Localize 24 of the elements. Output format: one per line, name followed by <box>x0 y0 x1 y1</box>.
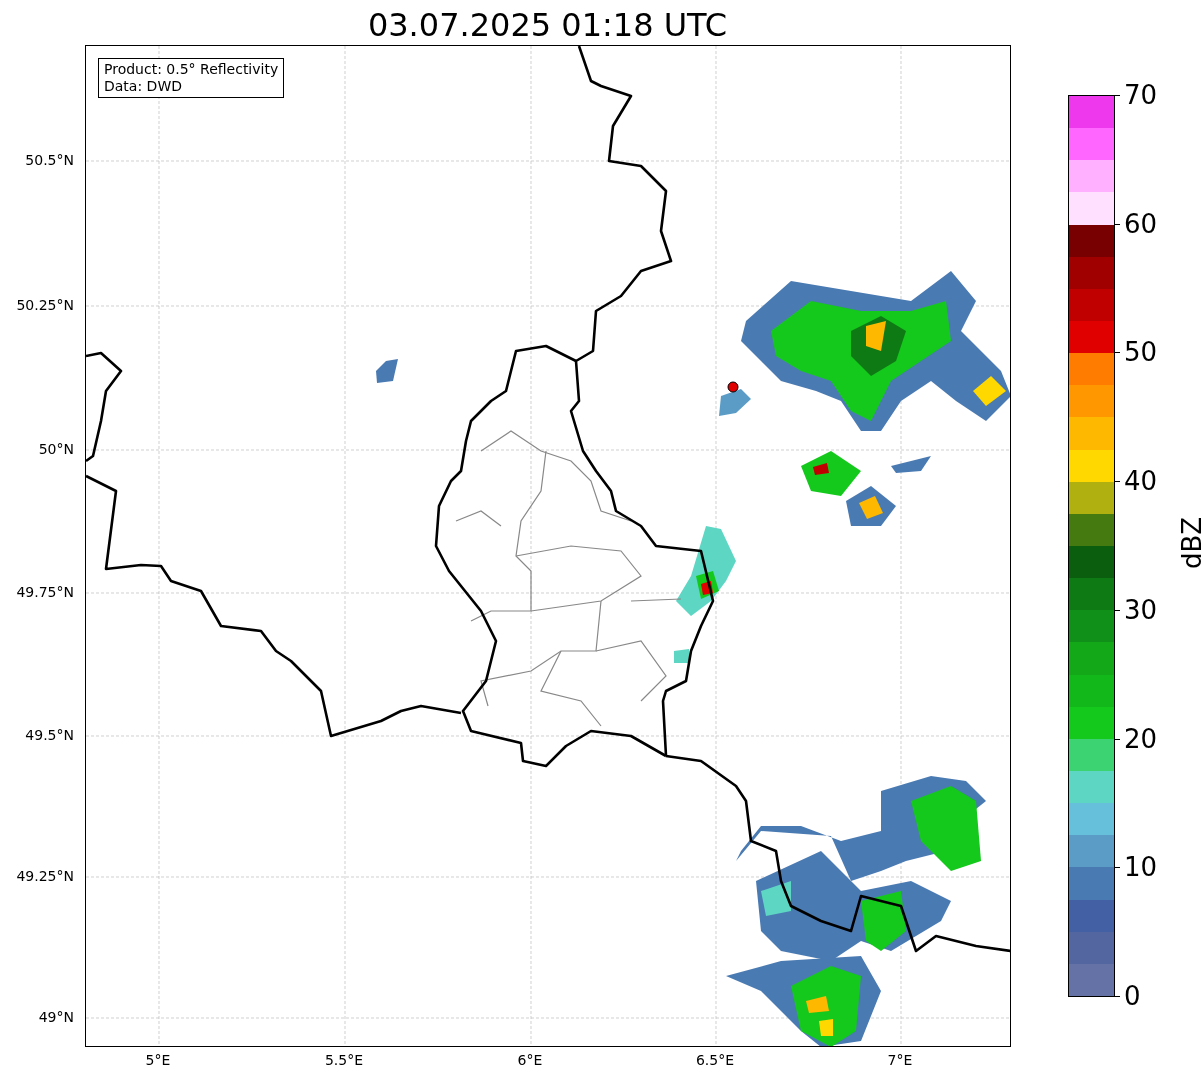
info-text: Data: DWD <box>104 78 183 95</box>
colorbar-tick-label: 20 <box>1124 723 1158 754</box>
axis-tick-label: 50°N <box>38 441 74 457</box>
axis-tick-label: 49.5°N <box>25 727 74 743</box>
colorbar-tick-label: 0 <box>1124 981 1141 1011</box>
axis-tick-label: 5°E <box>145 1052 171 1068</box>
colorbar-tick-label: 40 <box>1124 466 1158 497</box>
colorbar-tick-label: 50 <box>1124 337 1158 368</box>
axis-tick-label: 50.25°N <box>16 297 74 313</box>
chart-title: 03.07.2025 01:18 UTC <box>366 5 729 46</box>
axis-tick-label: 49°N <box>38 1009 74 1025</box>
axis-tick-label: 6°E <box>517 1052 543 1068</box>
colorbar-label: dBZ <box>1177 516 1202 570</box>
info-text: Product: 0.5° Reflectivity <box>104 61 279 78</box>
colorbar-tick-label: 70 <box>1124 80 1158 110</box>
colorbar-tick-label: 30 <box>1124 594 1158 625</box>
axis-tick-label: 50.5°N <box>25 152 74 168</box>
axis-tick-label: 49.75°N <box>16 584 74 600</box>
axis-tick-label: 7°E <box>887 1052 913 1068</box>
axis-tick-label: 5.5°E <box>324 1052 364 1068</box>
axis-tick-label: 6.5°E <box>695 1052 735 1068</box>
axis-tick-label: 49.25°N <box>16 868 74 884</box>
colorbar-tick-label: 10 <box>1124 852 1158 883</box>
colorbar-tick-label: 60 <box>1124 208 1158 239</box>
